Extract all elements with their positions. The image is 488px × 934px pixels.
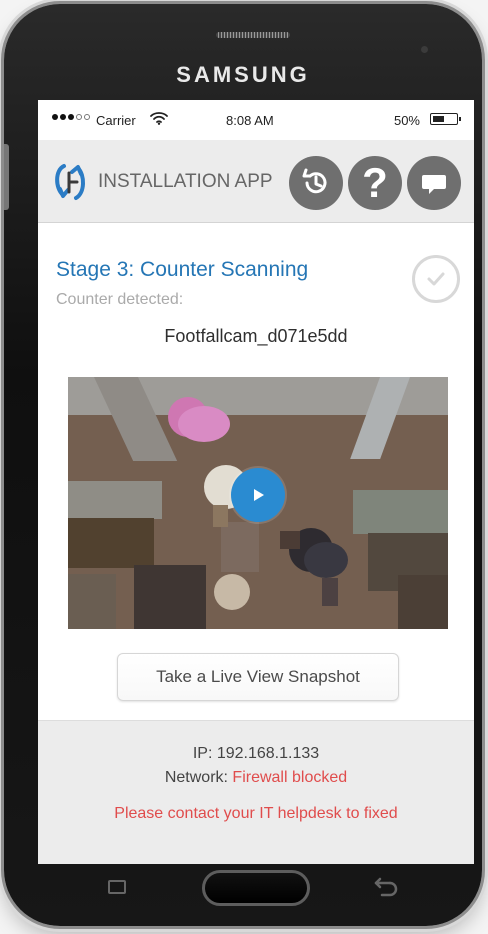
helpdesk-message: Please contact your IT helpdesk to fixed [114,805,398,822]
help-button[interactable]: ? [348,156,402,210]
home-button[interactable] [202,870,310,906]
app-title: INSTALLATION APP [98,171,273,192]
app-header: INSTALLATION APP ? [38,140,474,223]
play-button[interactable] [231,468,285,522]
signal-dot-empty [84,114,90,120]
signal-dot [52,114,58,120]
carrier-label: Carrier [96,113,136,128]
play-icon [254,489,264,501]
device-brand: SAMSUNG [176,62,310,87]
network-label: Network: [164,769,228,786]
live-view-snapshot-button[interactable]: Take a Live View Snapshot [117,653,399,701]
battery-icon [430,113,461,125]
back-button[interactable] [368,876,398,900]
check-icon [427,272,445,286]
wifi-icon [150,112,168,125]
app-screen: Carrier 8:08 AM 50% INSTALLATION APP ? S… [38,100,474,864]
hardware-navigation [44,866,464,910]
signal-dot [60,114,66,120]
phone-frame: SAMSUNG Carrier 8:08 AM 50% INSTALLATION… [4,4,482,926]
network-status-value: Firewall blocked [232,769,348,786]
help-icon: ? [362,159,388,206]
stage-title: Stage 3: Counter Scanning [56,258,309,281]
signal-dot-empty [76,114,82,120]
battery-percent: 50% [393,113,420,128]
live-view-preview[interactable] [68,377,448,629]
network-status-panel: IP: 192.168.1.133 Network: Firewall bloc… [38,720,474,864]
side-key [4,144,9,210]
sync-logo-icon [55,164,85,200]
signal-dot [68,114,74,120]
status-time: 8:08 AM [226,113,274,128]
signal-strength-icon [52,114,90,120]
recent-apps-button[interactable] [108,880,126,894]
history-button[interactable] [289,156,343,210]
chat-button[interactable] [407,156,461,210]
front-sensor [421,46,428,53]
detected-device-name: Footfallcam_d071e5dd [164,326,348,346]
speaker-grille [216,32,290,38]
main-content: Stage 3: Counter Scanning Counter detect… [38,223,474,719]
status-bar: Carrier 8:08 AM 50% [38,100,474,140]
ip-address: IP: 192.168.1.133 [192,745,320,762]
history-icon [302,168,327,194]
chat-icon [422,175,446,194]
network-status-line: Network: Firewall blocked [38,769,474,787]
battery-level [433,116,444,122]
stage-subtitle: Counter detected: [56,291,184,308]
check-status-icon [412,255,460,303]
